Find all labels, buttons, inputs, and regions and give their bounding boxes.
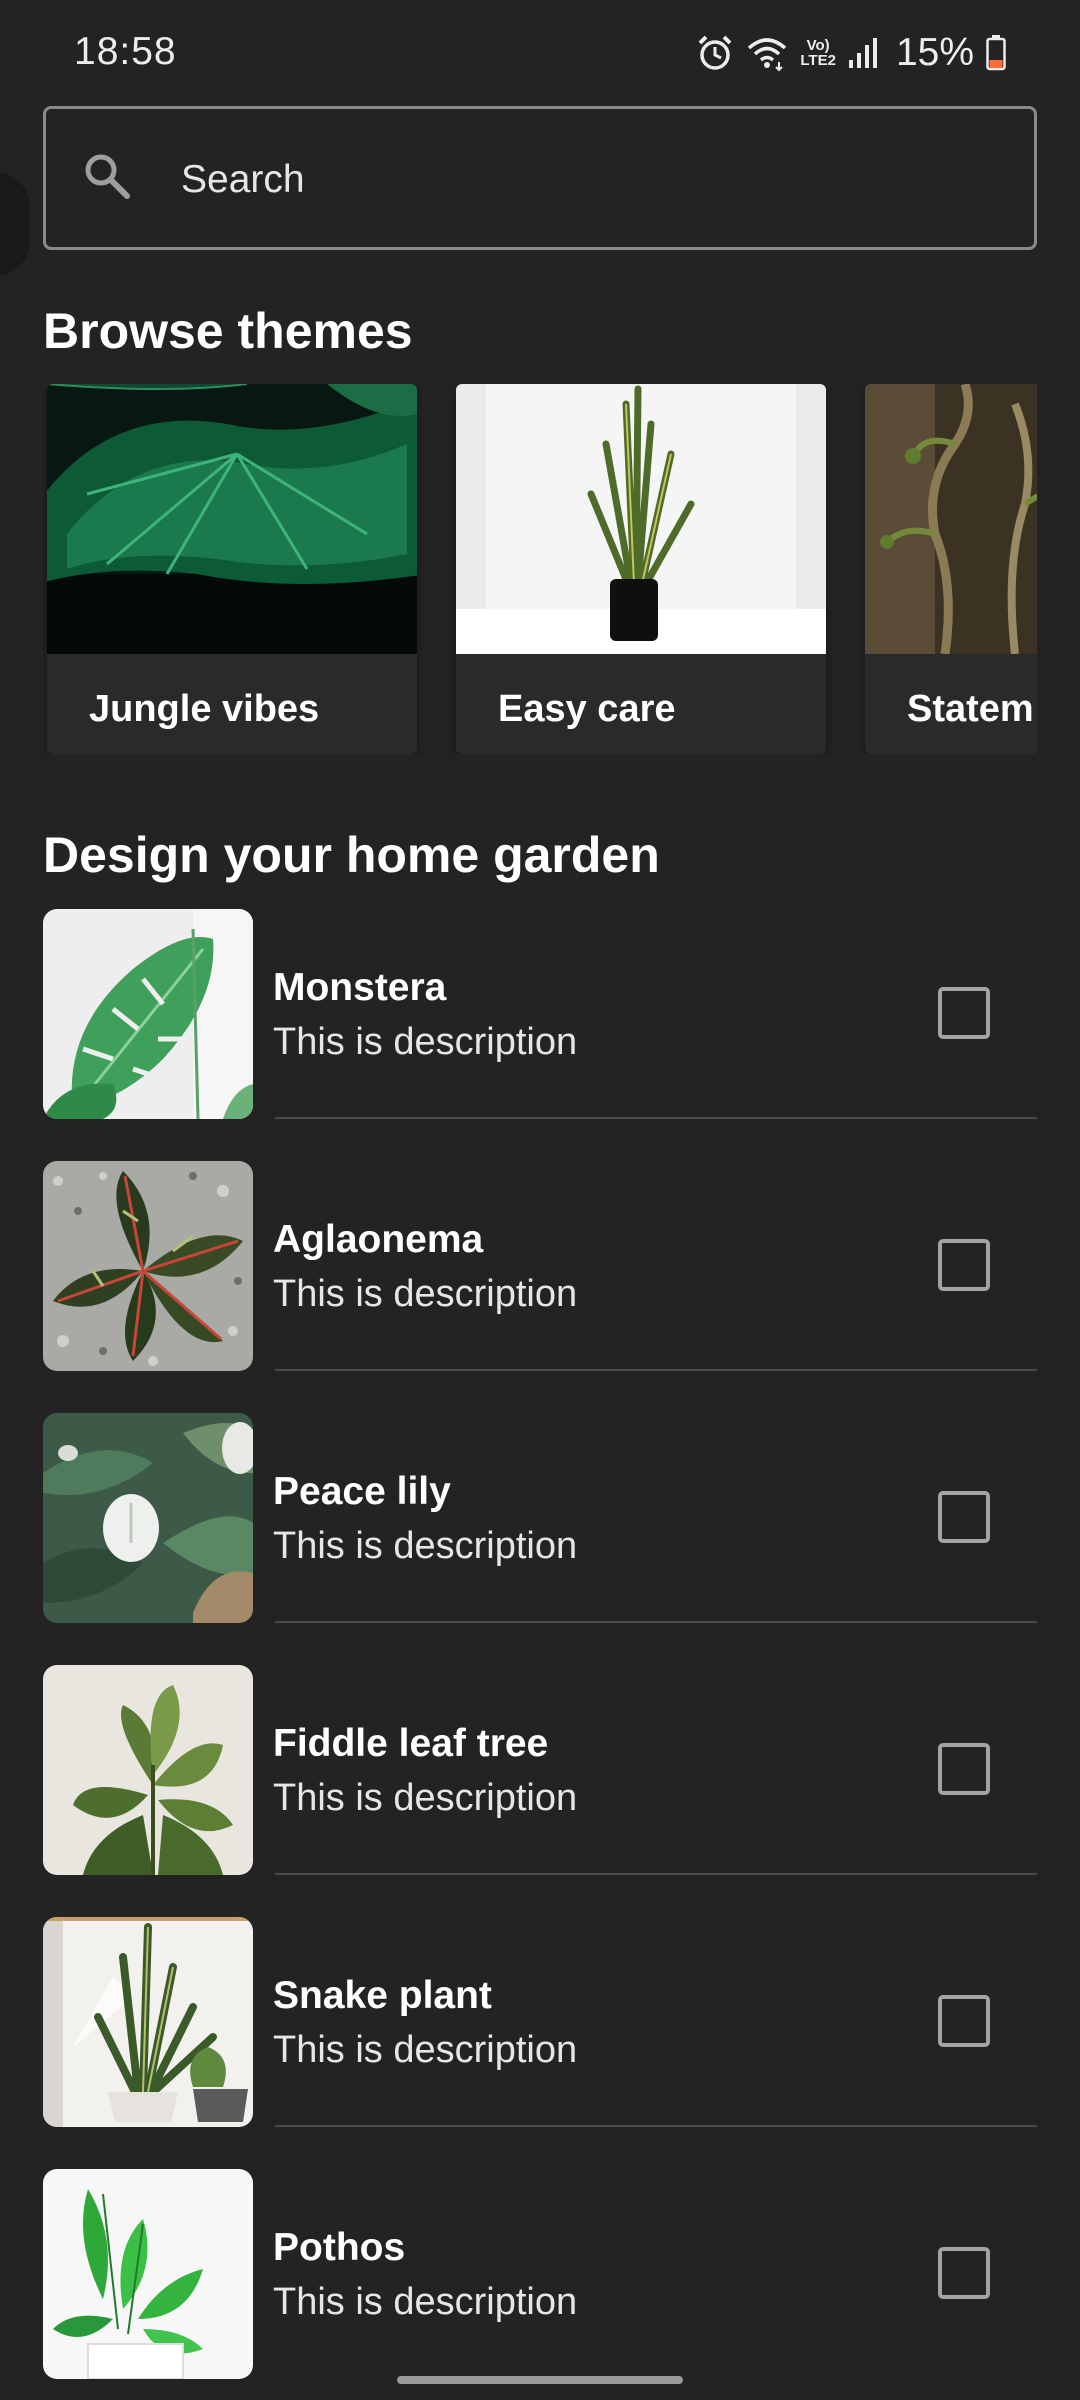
- plant-thumbnail: [43, 1413, 253, 1623]
- list-item-monstera[interactable]: Monstera This is description: [43, 909, 1037, 1161]
- plant-description: This is description: [273, 1525, 578, 1567]
- list-item-peace-lily[interactable]: Peace lily This is description: [43, 1413, 1037, 1665]
- plant-thumbnail: [43, 1161, 253, 1371]
- plant-checkbox[interactable]: [938, 987, 990, 1039]
- volte-icon: Vo) LTE2: [800, 38, 836, 68]
- search-icon: [82, 151, 132, 206]
- plant-thumbnail: [43, 909, 253, 1119]
- list-item-aglaonema[interactable]: Aglaonema This is description: [43, 1161, 1037, 1413]
- plant-checkbox[interactable]: [938, 1491, 990, 1543]
- list-item-pothos[interactable]: Pothos This is description: [43, 2169, 1037, 2400]
- search-input[interactable]: [179, 147, 983, 213]
- wifi-icon: [746, 34, 788, 72]
- search-box[interactable]: [43, 106, 1037, 250]
- list-item-fiddle-leaf-tree[interactable]: Fiddle leaf tree This is description: [43, 1665, 1037, 1917]
- themes-carousel[interactable]: Jungle vibes Easy care Statem: [43, 384, 1037, 754]
- plant-description: This is description: [273, 2281, 578, 2323]
- plant-description: This is description: [273, 1273, 578, 1315]
- theme-card-statement[interactable]: Statem: [865, 384, 1037, 754]
- plant-thumbnail: [43, 2169, 253, 2379]
- plant-thumbnail: [43, 1665, 253, 1875]
- battery-icon: [986, 35, 1006, 71]
- plant-name: Snake plant: [273, 1974, 492, 2017]
- plant-name: Monstera: [273, 966, 447, 1009]
- edge-panel-handle[interactable]: [0, 172, 30, 276]
- alarm-icon: [696, 34, 734, 72]
- plant-description: This is description: [273, 1777, 578, 1819]
- signal-icon: [848, 36, 878, 70]
- theme-label: Easy care: [498, 688, 676, 730]
- divider: [275, 1117, 1037, 1119]
- garden-title: Design your home garden: [43, 827, 660, 883]
- plant-name: Fiddle leaf tree: [273, 1722, 549, 1765]
- plant-thumbnail: [43, 1917, 253, 2127]
- plant-name: Peace lily: [273, 1470, 451, 1513]
- theme-card-jungle-vibes[interactable]: Jungle vibes: [47, 384, 417, 754]
- status-icons: Vo) LTE2 15%: [696, 28, 1006, 78]
- theme-card-easy-care[interactable]: Easy care: [456, 384, 826, 754]
- plant-name: Aglaonema: [273, 1218, 484, 1261]
- plant-checkbox[interactable]: [938, 1239, 990, 1291]
- divider: [275, 2125, 1037, 2127]
- status-time: 18:58: [74, 30, 177, 73]
- plant-checkbox[interactable]: [938, 2247, 990, 2299]
- jungle-vibes-image: [47, 384, 417, 654]
- statement-image: [865, 384, 1037, 654]
- browse-themes-title: Browse themes: [43, 303, 413, 359]
- volte-label: Vo): [806, 37, 830, 54]
- plant-name: Pothos: [273, 2226, 406, 2269]
- plant-description: This is description: [273, 1021, 578, 1063]
- easy-care-image: [456, 384, 826, 654]
- list-item-snake-plant[interactable]: Snake plant This is description: [43, 1917, 1037, 2169]
- plant-checkbox[interactable]: [938, 1743, 990, 1795]
- theme-label: Statem: [907, 688, 1034, 730]
- battery-percent: 15%: [895, 31, 974, 74]
- divider: [275, 1621, 1037, 1623]
- divider: [275, 1369, 1037, 1371]
- plant-checkbox[interactable]: [938, 1995, 990, 2047]
- status-bar: 18:58 Vo) LTE2 15%: [0, 0, 1080, 100]
- app-screen: 18:58 Vo) LTE2 15% Search Browse themes …: [0, 0, 1080, 2400]
- lte-label: LTE2: [800, 52, 836, 69]
- theme-label: Jungle vibes: [89, 688, 320, 730]
- divider: [275, 1873, 1037, 1875]
- plant-description: This is description: [273, 2029, 578, 2071]
- gesture-nav-handle[interactable]: [397, 2376, 683, 2384]
